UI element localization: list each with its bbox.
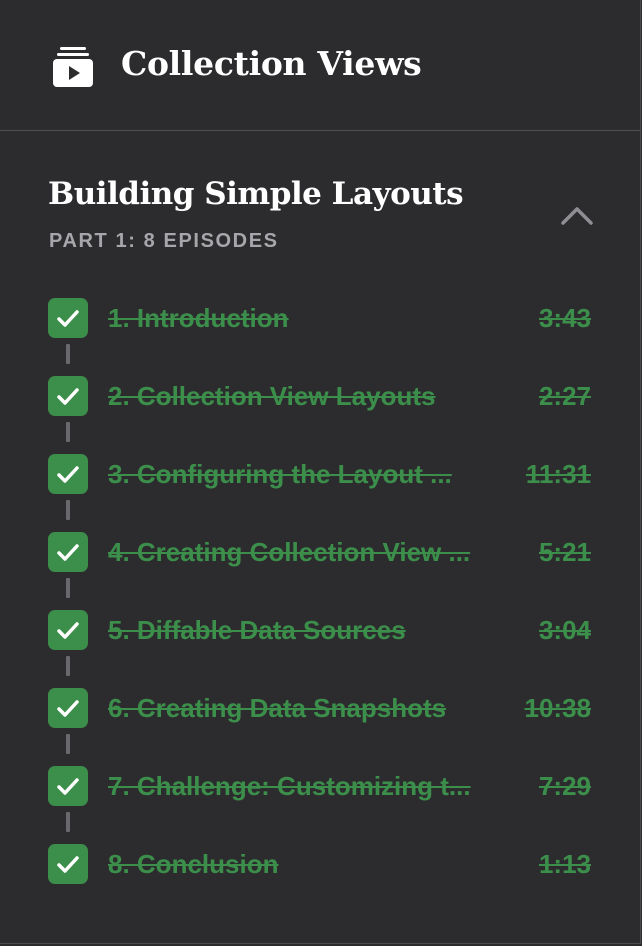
video-playlist-icon (52, 46, 94, 88)
episode-title: 6. Creating Data Snapshots (108, 693, 447, 723)
episode-duration: 7:29 (538, 771, 591, 801)
timeline-connector (66, 734, 70, 754)
part-section: Building Simple Layouts PART 1: 8 EPISOD… (0, 131, 640, 944)
episode-item[interactable]: 6. Creating Data Snapshots 10:38 (0, 686, 641, 730)
episode-item[interactable]: 8. Conclusion 1:13 (0, 842, 641, 886)
timeline-connector (66, 578, 70, 598)
timeline-connector (66, 500, 70, 520)
episode-duration: 5:21 (538, 537, 591, 567)
episode-title: 4. Creating Collection View ... (108, 537, 471, 567)
episode-title: 8. Conclusion (108, 849, 279, 879)
episode-duration: 1:13 (538, 849, 591, 879)
checkmark-icon (48, 766, 88, 806)
episode-list: 1. Introduction 3:43 2. Collection View … (0, 131, 640, 944)
checkmark-icon (48, 298, 88, 338)
checkmark-icon (48, 688, 88, 728)
checkmark-icon (48, 844, 88, 884)
episode-title: 2. Collection View Layouts (108, 381, 436, 411)
episode-duration: 11:31 (525, 459, 591, 489)
episode-title: 1. Introduction (108, 303, 289, 333)
episode-duration: 10:38 (524, 693, 592, 723)
episode-item[interactable]: 7. Challenge: Customizing t... 7:29 (0, 764, 641, 808)
episode-item[interactable]: 5. Diffable Data Sources 3:04 (0, 608, 641, 652)
episode-duration: 2:27 (538, 381, 591, 411)
course-header: Collection Views (0, 0, 640, 131)
timeline-connector (66, 812, 70, 832)
timeline-connector (66, 656, 70, 676)
episode-item[interactable]: 3. Configuring the Layout ... 11:31 (0, 452, 641, 496)
checkmark-icon (48, 610, 88, 650)
episode-title: 7. Challenge: Customizing t... (108, 771, 471, 801)
episode-item[interactable]: 4. Creating Collection View ... 5:21 (0, 530, 641, 574)
checkmark-icon (48, 454, 88, 494)
timeline-connector (66, 422, 70, 442)
episode-item[interactable]: 2. Collection View Layouts 2:27 (0, 374, 641, 418)
checkmark-icon (48, 376, 88, 416)
course-content-panel: Collection Views Building Simple Layouts… (0, 0, 641, 944)
episode-title: 5. Diffable Data Sources (108, 615, 406, 645)
course-title: Collection Views (121, 44, 422, 83)
checkmark-icon (48, 532, 88, 572)
episode-title: 3. Configuring the Layout ... (108, 459, 452, 489)
episode-duration: 3:04 (538, 615, 591, 645)
timeline-connector (66, 344, 70, 364)
episode-item[interactable]: 1. Introduction 3:43 (0, 296, 641, 340)
episode-duration: 3:43 (538, 303, 591, 333)
